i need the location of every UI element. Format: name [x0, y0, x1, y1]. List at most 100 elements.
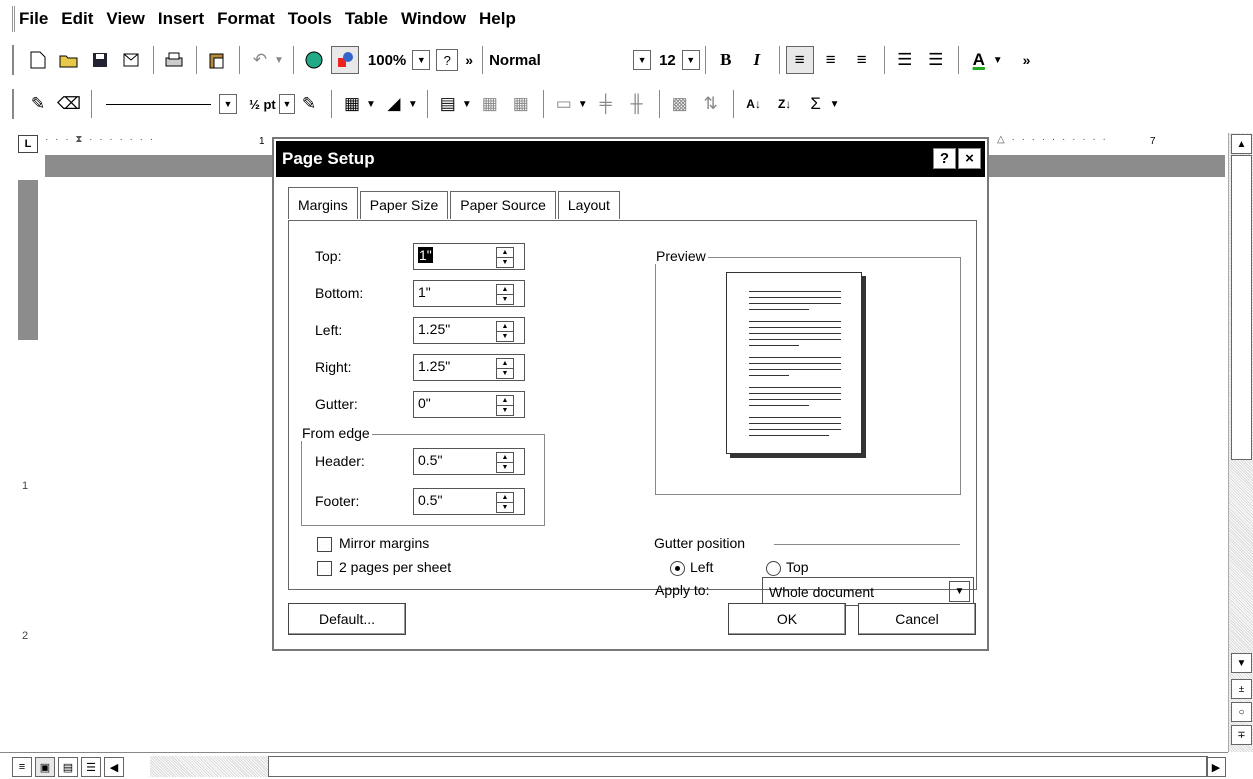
bullets-icon[interactable]: ☰ — [922, 46, 950, 74]
left-margin-spinner[interactable]: 1.25" ▲ ▼ — [413, 317, 525, 344]
align-center-icon[interactable]: ≡ — [817, 46, 845, 74]
split-cells-icon[interactable]: ▦ — [507, 90, 535, 118]
insert-table-icon[interactable]: ▤ — [434, 90, 462, 118]
tab-paper-source[interactable]: Paper Source — [450, 191, 556, 219]
line-style-combo[interactable]: ▼ — [98, 94, 237, 114]
gutter-value[interactable]: 0" — [418, 395, 431, 411]
line-weight-combo[interactable]: ½ pt ▼ — [249, 94, 295, 114]
scroll-up-icon[interactable]: ▲ — [1231, 134, 1252, 154]
borders-icon[interactable]: ▦ — [338, 90, 366, 118]
spin-down-icon[interactable]: ▼ — [496, 502, 514, 513]
style-dropdown-icon[interactable]: ▼ — [633, 50, 652, 70]
align-cell-icon[interactable]: ▭ — [550, 90, 578, 118]
table-autoformat-icon[interactable]: ▩ — [666, 90, 694, 118]
header-spinner[interactable]: 0.5" ▲ ▼ — [413, 448, 525, 475]
select-browse-object-icon[interactable]: ○ — [1231, 702, 1252, 722]
bottom-margin-value[interactable]: 1" — [418, 284, 431, 300]
print-layout-view-icon[interactable]: ▤ — [58, 757, 78, 777]
sort-ascending-icon[interactable]: A↓ — [740, 90, 768, 118]
bottom-margin-spinner[interactable]: 1" ▲ ▼ — [413, 280, 525, 307]
outline-view-icon[interactable]: ☰ — [81, 757, 101, 777]
menu-help[interactable]: Help — [479, 9, 516, 29]
font-size-combo[interactable]: 12 ▼ — [659, 47, 700, 73]
left-margin-value[interactable]: 1.25" — [418, 321, 450, 337]
align-right-icon[interactable]: ≡ — [848, 46, 876, 74]
menu-tools[interactable]: Tools — [288, 9, 332, 29]
text-direction-icon[interactable]: ⇅ — [697, 90, 725, 118]
drawing-icon[interactable] — [330, 46, 359, 74]
menu-edit[interactable]: Edit — [61, 9, 93, 29]
align-cell-dropdown-icon[interactable]: ▼ — [578, 99, 588, 110]
spin-down-icon[interactable]: ▼ — [496, 294, 514, 305]
spin-down-icon[interactable]: ▼ — [496, 368, 514, 379]
two-pages-checkbox[interactable] — [317, 561, 332, 576]
horizontal-scroll-thumb[interactable] — [268, 756, 1208, 777]
new-document-icon[interactable] — [24, 46, 52, 74]
borders-dropdown-icon[interactable]: ▼ — [366, 99, 376, 110]
mirror-margins-checkbox[interactable] — [317, 537, 332, 552]
draw-table-pencil-icon[interactable]: ✎ — [24, 90, 52, 118]
normal-view-icon[interactable]: ≡ — [12, 757, 32, 777]
bold-button[interactable]: B — [712, 46, 740, 74]
vertical-scroll-thumb[interactable] — [1231, 155, 1252, 460]
insert-table-dropdown-icon[interactable]: ▼ — [462, 99, 472, 110]
gutter-spinner[interactable]: 0" ▲ ▼ — [413, 391, 525, 418]
distribute-rows-icon[interactable]: ╪ — [592, 90, 620, 118]
numbering-icon[interactable]: ☰ — [891, 46, 919, 74]
border-color-icon[interactable]: ✎ — [295, 90, 323, 118]
spin-down-icon[interactable]: ▼ — [496, 331, 514, 342]
scroll-left-icon[interactable]: ◀ — [104, 757, 124, 777]
right-margin-spinner[interactable]: 1.25" ▲ ▼ — [413, 354, 525, 381]
tab-paper-size[interactable]: Paper Size — [359, 191, 449, 219]
top-margin-spinner[interactable]: 1" ▲ ▼ — [413, 243, 525, 270]
apply-to-dropdown-icon[interactable]: ▼ — [949, 581, 970, 602]
header-value[interactable]: 0.5" — [418, 452, 442, 468]
spin-down-icon[interactable]: ▼ — [496, 405, 514, 416]
undo-dropdown-icon[interactable]: ▼ — [274, 55, 284, 66]
spin-down-icon[interactable]: ▼ — [496, 257, 514, 268]
shading-icon[interactable]: ◢ — [380, 90, 408, 118]
zoom-dropdown-icon[interactable]: ▼ — [412, 50, 431, 70]
menu-window[interactable]: Window — [401, 9, 466, 29]
tab-selector-button[interactable]: L — [18, 135, 38, 153]
open-folder-icon[interactable] — [55, 46, 83, 74]
apply-to-select[interactable]: Whole document ▼ — [762, 577, 974, 606]
menu-insert[interactable]: Insert — [158, 9, 204, 29]
font-color-icon[interactable]: A — [965, 46, 993, 74]
save-icon[interactable] — [86, 46, 114, 74]
web-layout-view-icon[interactable]: ▣ — [35, 757, 55, 777]
dialog-titlebar[interactable]: Page Setup ? × — [276, 141, 985, 177]
shading-dropdown-icon[interactable]: ▼ — [408, 99, 418, 110]
email-icon[interactable] — [117, 46, 145, 74]
right-margin-value[interactable]: 1.25" — [418, 358, 450, 374]
default-button[interactable]: Default... — [288, 603, 406, 635]
toolbar-options-icon[interactable]: ▼ — [830, 99, 840, 110]
help-button[interactable]: ? — [933, 148, 956, 169]
cancel-button[interactable]: Cancel — [858, 603, 976, 635]
web-toolbar-icon[interactable] — [300, 46, 328, 74]
scroll-down-icon[interactable]: ▼ — [1231, 653, 1252, 673]
tab-margins[interactable]: Margins — [288, 187, 358, 219]
font-color-dropdown-icon[interactable]: ▼ — [993, 55, 1003, 66]
paste-icon[interactable] — [203, 46, 231, 74]
help-icon[interactable]: ? — [436, 49, 459, 71]
align-left-icon[interactable]: ≡ — [785, 46, 814, 74]
menu-table[interactable]: Table — [345, 9, 388, 29]
undo-icon[interactable]: ↶ — [246, 46, 274, 74]
horizontal-scrollbar[interactable] — [150, 756, 1208, 777]
close-button[interactable]: × — [958, 148, 981, 169]
line-style-dropdown-icon[interactable]: ▼ — [219, 94, 237, 114]
line-weight-dropdown-icon[interactable]: ▼ — [279, 94, 295, 114]
autosum-icon[interactable]: Σ — [802, 90, 830, 118]
vertical-scrollbar[interactable]: ▲ ▼ ± ○ ∓ — [1228, 133, 1253, 752]
zoom-combo[interactable]: 100% ▼ — [368, 47, 431, 73]
ok-button[interactable]: OK — [728, 603, 846, 635]
spin-down-icon[interactable]: ▼ — [496, 462, 514, 473]
next-page-icon[interactable]: ∓ — [1231, 725, 1252, 745]
previous-page-icon[interactable]: ± — [1231, 679, 1252, 699]
footer-spinner[interactable]: 0.5" ▲ ▼ — [413, 488, 525, 515]
merge-cells-icon[interactable]: ▦ — [476, 90, 504, 118]
gutter-top-radio[interactable] — [766, 561, 781, 576]
font-size-dropdown-icon[interactable]: ▼ — [681, 50, 700, 70]
gutter-left-radio[interactable] — [670, 561, 685, 576]
